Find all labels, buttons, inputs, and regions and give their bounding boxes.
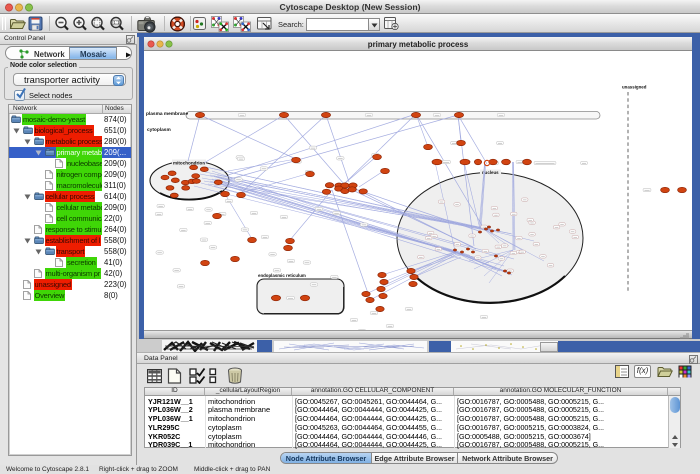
- svg-text:cytoplasm: cytoplasm: [147, 127, 171, 133]
- svg-text:mitochondrion: mitochondrion: [173, 161, 205, 166]
- svg-text:endoplasmic reticulum: endoplasmic reticulum: [258, 273, 306, 278]
- svg-text:plasma membrane: plasma membrane: [146, 111, 188, 117]
- svg-text:unassigned: unassigned: [622, 85, 647, 90]
- svg-text:1:1: 1:1: [113, 20, 120, 25]
